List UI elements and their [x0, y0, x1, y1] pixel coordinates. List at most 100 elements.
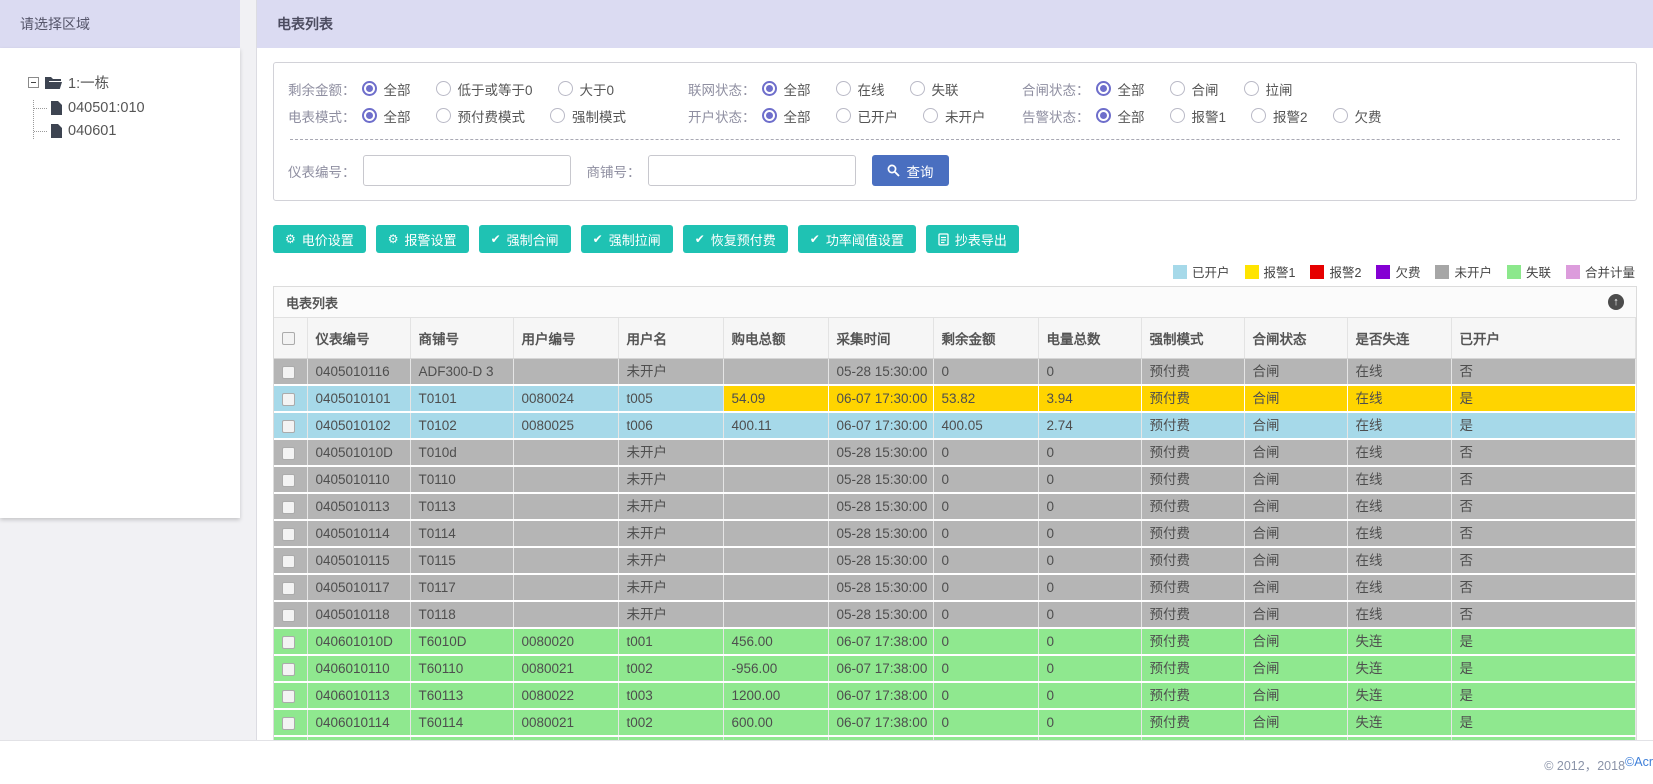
table-cell: 否 [1451, 358, 1636, 386]
query-button[interactable]: 查询 [871, 155, 949, 186]
legend-color-swatch [1244, 264, 1259, 279]
table-row[interactable]: 0405010102 T0102 0080025 t006 400.11 06-07 17… [274, 412, 1636, 440]
table-cell: 失连 [1347, 628, 1452, 656]
tree-expander-icon[interactable] [28, 77, 39, 88]
table-row[interactable]: 0405010117 T0117 未开户 05-28 15:30:00 0 0 预付费 合闸在… [274, 574, 1636, 602]
radio-icon[interactable] [1169, 81, 1185, 96]
row-checkbox-cell [274, 628, 308, 656]
row-checkbox[interactable] [282, 581, 295, 595]
table-cell: 合闸 [1244, 493, 1348, 521]
shop-no-input[interactable] [647, 155, 856, 186]
radio-option[interactable]: 全部 [761, 106, 811, 126]
row-checkbox[interactable] [282, 419, 295, 433]
radio-icon[interactable] [1332, 108, 1348, 123]
column-header: 已开户 [1451, 318, 1636, 359]
table-row[interactable]: 0405010101 T0101 0080024 t005 54.09 06-07 17:… [274, 385, 1636, 413]
radio-icon[interactable] [835, 108, 851, 123]
table-row[interactable]: 040601010D T6010D 0080020 t001 456.00 06-07 1… [274, 628, 1636, 656]
row-checkbox[interactable] [282, 473, 295, 487]
table-row[interactable]: 0405010116 ADF300-D 3 未开户 05-28 15:30:00 0 0 预… [274, 358, 1636, 386]
radio-option[interactable]: 预付费模式 [435, 106, 525, 126]
row-checkbox[interactable] [282, 608, 295, 622]
action-button[interactable]: ⚙ 报警设置 [375, 225, 469, 253]
table-row[interactable]: 0405010118 T0118 未开户 05-28 15:30:00 0 0 预付费 合闸在… [274, 601, 1636, 629]
row-checkbox[interactable] [282, 392, 295, 406]
table-row[interactable]: 0406010113 T60113 0080022 t003 1200.00 06-07 … [274, 682, 1636, 710]
action-button[interactable]: ✔ 功率阈值设置 [797, 225, 916, 253]
table-cell: 合闸 [1244, 412, 1348, 440]
table-cell: 在线 [1347, 439, 1452, 467]
table-row[interactable]: 0405010115 T0115 未开户 05-28 15:30:00 0 0 预付费 合闸在… [274, 547, 1636, 575]
radio-icon[interactable] [361, 108, 377, 123]
table-row[interactable]: 0406010110 T60110 0080021 t002 -956.00 06-07 … [274, 655, 1636, 683]
table-cell: 0 [933, 547, 1039, 575]
table-row[interactable]: 040501010D T010d 未开户 05-28 15:30:00 0 0 预付费 合闸在… [274, 439, 1636, 467]
search-icon [887, 164, 900, 177]
radio-option[interactable]: 失联 [909, 79, 959, 99]
radio-icon[interactable] [1243, 81, 1259, 96]
legend-color-swatch [1435, 264, 1450, 279]
radio-icon[interactable] [361, 81, 377, 96]
radio-option-label: 全部 [783, 109, 811, 125]
radio-option[interactable]: 全部 [1095, 106, 1145, 126]
radio-icon[interactable] [761, 108, 777, 123]
collapse-panel-button[interactable]: ↑ [1608, 294, 1624, 310]
table-row[interactable]: 0405010114 T0114 未开户 05-28 15:30:00 0 0 预付费 合闸在… [274, 520, 1636, 548]
select-all-checkbox[interactable] [282, 332, 295, 346]
table-row[interactable]: 0405010113 T0113 未开户 05-28 15:30:00 0 0 预付费 合闸在… [274, 493, 1636, 521]
action-button[interactable]: ✔ 强制拉闸 [580, 225, 673, 253]
radio-option[interactable]: 报警1 [1169, 106, 1226, 126]
radio-option[interactable]: 全部 [761, 79, 811, 99]
radio-icon[interactable] [1095, 81, 1111, 96]
row-checkbox[interactable] [282, 365, 295, 379]
radio-icon[interactable] [550, 108, 565, 123]
radio-icon[interactable] [761, 81, 777, 96]
action-button[interactable]: ✔ 恢复预付费 [682, 225, 788, 253]
row-checkbox[interactable] [282, 689, 295, 703]
row-checkbox[interactable] [282, 446, 295, 460]
filter-radio-rows: 剩余金额： 全部 低于或等于0 大于0 联网状态： 全部 在线 失联 合闸状态： 全部 合闸 拉闸 电表… [288, 75, 1622, 129]
meter-no-input[interactable] [362, 155, 571, 186]
radio-icon[interactable] [1169, 108, 1185, 123]
radio-option[interactable]: 拉闸 [1243, 79, 1293, 99]
row-checkbox[interactable] [282, 500, 295, 514]
radio-icon[interactable] [1251, 108, 1267, 123]
table-cell: t005 [618, 385, 724, 413]
radio-icon[interactable] [923, 108, 938, 123]
tree-node-root[interactable]: 1:一栋 [28, 72, 240, 93]
radio-icon[interactable] [909, 81, 925, 96]
radio-option[interactable]: 大于0 [557, 79, 614, 99]
row-checkbox[interactable] [282, 527, 295, 541]
tree-node-meter[interactable]: 040601 [34, 123, 240, 139]
row-checkbox[interactable] [282, 635, 295, 649]
radio-option[interactable]: 合闸 [1169, 79, 1219, 99]
row-checkbox[interactable] [282, 662, 295, 676]
radio-option[interactable]: 低于或等于0 [435, 79, 533, 99]
radio-option[interactable]: 未开户 [923, 106, 986, 126]
table-row[interactable]: 0405010110 T0110 未开户 05-28 15:30:00 0 0 预付费 合闸在… [274, 466, 1636, 494]
row-checkbox-cell [274, 466, 308, 494]
radio-option[interactable]: 报警2 [1251, 106, 1308, 126]
radio-icon[interactable] [435, 108, 451, 123]
radio-option[interactable]: 在线 [835, 79, 885, 99]
table-cell: T0114 [410, 520, 514, 548]
action-button[interactable]: ⚙ 电价设置 [273, 225, 366, 253]
radio-option[interactable]: 欠费 [1332, 106, 1382, 126]
radio-option[interactable]: 强制模式 [550, 106, 626, 126]
radio-icon[interactable] [435, 81, 451, 96]
radio-option[interactable]: 已开户 [835, 106, 898, 126]
row-checkbox[interactable] [282, 554, 295, 568]
table-row[interactable]: 0406010114 T60114 0080021 t002 600.00 06-07 1… [274, 709, 1636, 737]
row-checkbox-cell [274, 439, 308, 467]
radio-option[interactable]: 全部 [361, 106, 411, 126]
legend-item: 欠费 [1376, 262, 1420, 281]
tree-node-meter[interactable]: 040501:010 [34, 100, 240, 116]
radio-icon[interactable] [835, 81, 851, 96]
action-button[interactable]: ✔ 强制合闸 [478, 225, 571, 253]
radio-option[interactable]: 全部 [1095, 79, 1145, 99]
row-checkbox[interactable] [282, 716, 295, 730]
radio-icon[interactable] [557, 81, 573, 96]
action-button[interactable]: 抄表导出 [925, 225, 1019, 253]
radio-option[interactable]: 全部 [361, 79, 411, 99]
radio-icon[interactable] [1095, 108, 1111, 123]
